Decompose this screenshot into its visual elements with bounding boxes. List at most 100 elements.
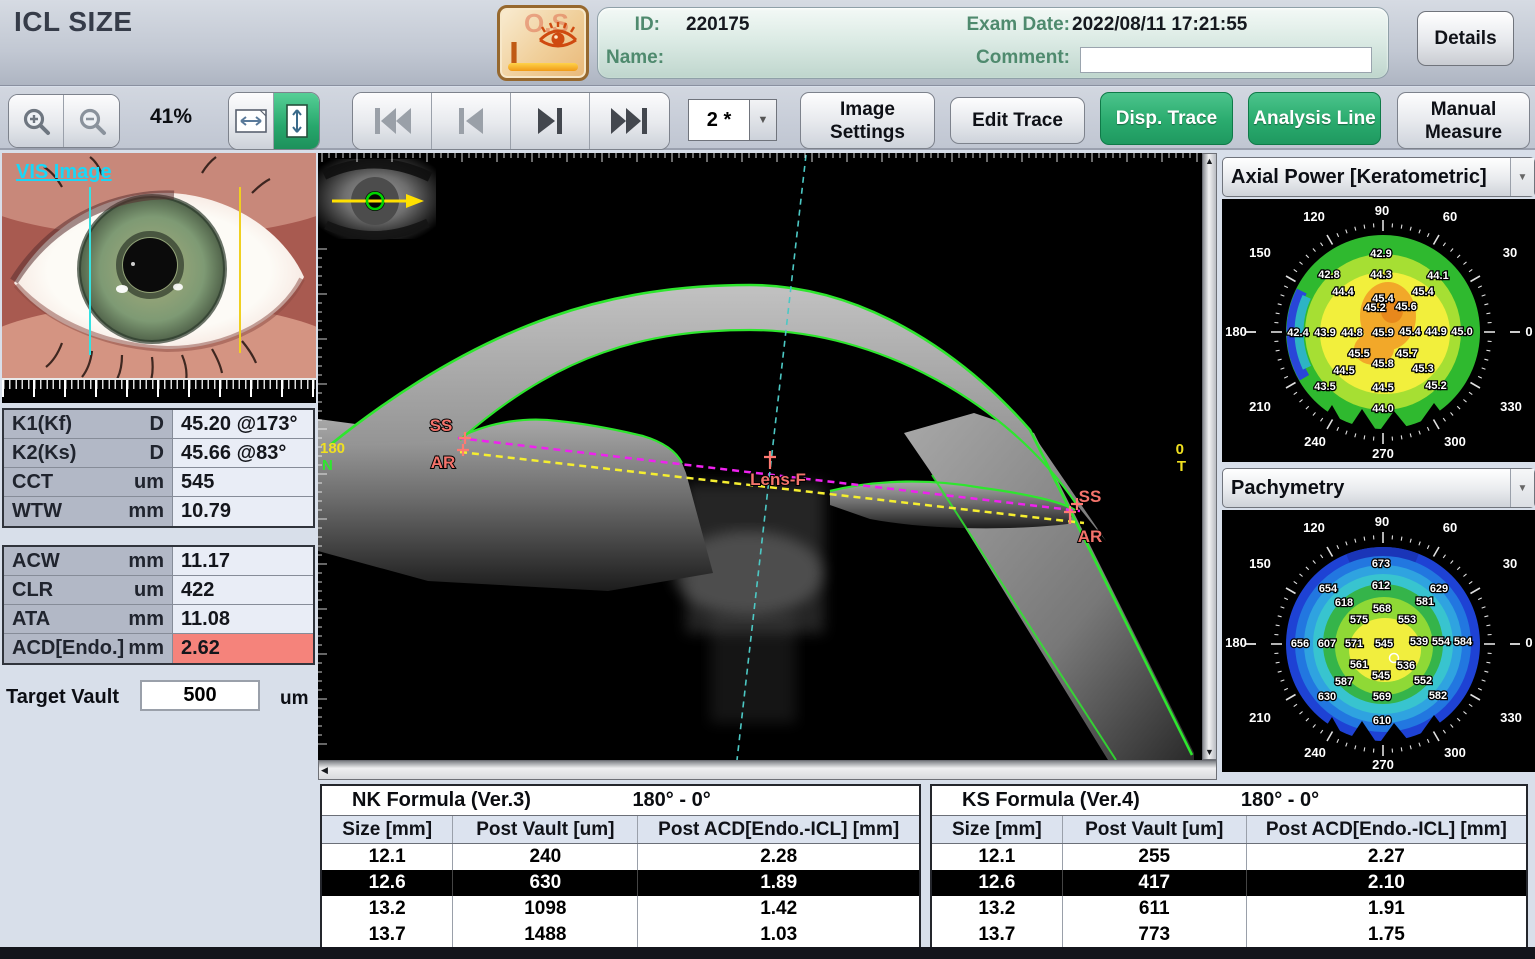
scroll-left-icon[interactable]: ◀ [319, 763, 330, 777]
measurement-value: 422 [172, 576, 313, 604]
map-value-label: 42.8 [1318, 269, 1339, 281]
formula-cell: 630 [453, 870, 639, 896]
formula-cell: 12.1 [322, 844, 454, 870]
frame-select-value[interactable]: 2 * [688, 99, 750, 141]
formula-row[interactable]: 13.7 773 1.75 [932, 922, 1526, 948]
measurement-label: CLR um [4, 576, 172, 604]
map-tick [1354, 433, 1357, 438]
details-button[interactable]: Details [1417, 11, 1514, 66]
map-tick [1486, 312, 1491, 315]
measurement-name: CLR [12, 578, 54, 601]
measurement-value: 10.79 [172, 497, 313, 526]
disp-trace-button[interactable]: Disp. Trace [1100, 92, 1233, 145]
map-tick [1277, 358, 1282, 361]
prev-image-icon [459, 108, 483, 134]
measurement-value: 11.08 [172, 605, 313, 633]
first-image-icon [375, 108, 411, 134]
measurement-unit: mm [128, 549, 164, 572]
chevron-down-icon[interactable]: ▼ [1510, 158, 1534, 196]
pachymetry-map-selector[interactable]: Pachymetry ▼ [1222, 468, 1535, 508]
laterality-indicator-button[interactable]: O.S L [497, 5, 589, 81]
measurement-unit: um [134, 470, 164, 493]
scroll-up-icon[interactable]: ▲ [1203, 154, 1216, 168]
formula-cell: 255 [1063, 844, 1247, 870]
map-tick [1432, 546, 1440, 557]
formula-cell: 1.42 [760, 898, 798, 919]
lens-front-label: Lens-F [750, 470, 806, 489]
oct-area: SS AR Lens-F SS AR 180 N 0 T ▲ ▼ ◀ [318, 153, 1217, 781]
formula-row[interactable]: 12.6 630 1.89 [322, 870, 919, 896]
zoom-in-button[interactable] [9, 95, 64, 147]
formula-cell: 1.91 [1367, 898, 1405, 919]
target-vault-label: Target Vault [6, 686, 119, 708]
zoom-out-button[interactable] [64, 95, 119, 147]
oct-bscan-viewport[interactable]: SS AR Lens-F SS AR 180 N 0 T [318, 153, 1202, 761]
map-tick [1363, 747, 1366, 752]
analysis-line-button[interactable]: Analysis Line [1248, 92, 1381, 145]
map-angle-label: 120 [1303, 520, 1325, 535]
first-image-button[interactable] [353, 93, 432, 149]
comment-input[interactable] [1080, 47, 1372, 73]
measurement-unit: mm [128, 607, 164, 630]
edit-trace-button[interactable]: Edit Trace [950, 97, 1085, 144]
zoom-out-icon [79, 108, 106, 135]
exam-date-value: 2022/08/11 17:21:55 [1072, 14, 1248, 35]
formula-row[interactable]: 12.6 417 2.10 [932, 870, 1526, 896]
oct-vertical-scrollbar[interactable]: ▲ ▼ [1202, 153, 1217, 760]
map-tick [1450, 724, 1454, 728]
map-tick [1354, 745, 1357, 750]
measurement-row: ACW mm 11.17 [4, 547, 313, 576]
frame-select-dropdown-button[interactable]: ▼ [750, 99, 777, 141]
target-vault-input[interactable] [140, 680, 260, 711]
formula-row[interactable]: 13.2 1098 1.42 [322, 896, 919, 922]
fit-height-button[interactable] [274, 93, 319, 149]
manual-measure-button[interactable]: Manual Measure [1397, 92, 1530, 149]
map-tick [1442, 242, 1446, 247]
chevron-down-icon[interactable]: ▼ [1510, 469, 1534, 507]
prev-image-button[interactable] [432, 93, 511, 149]
nasal-tissue [318, 418, 713, 591]
name-label: Name: [606, 47, 665, 68]
formula-row[interactable]: 13.7 1488 1.03 [322, 922, 919, 948]
map-value-label: 545 [1372, 670, 1390, 682]
map-tick [1312, 248, 1316, 252]
map-value-label: 536 [1397, 660, 1415, 672]
formula-row[interactable]: 12.1 255 2.27 [932, 844, 1526, 870]
measurement-label: ACW mm [4, 547, 172, 575]
map-value-label: 42.4 [1287, 327, 1309, 339]
vis-image-link[interactable]: VIS Image [16, 161, 112, 184]
measurement-name: CCT [12, 470, 54, 493]
image-nav-group [352, 92, 670, 150]
map-tick [1277, 303, 1282, 306]
measurement-value: 2.62 [172, 634, 313, 663]
scroll-down-icon[interactable]: ▼ [1203, 745, 1216, 759]
vis-eye-photo [0, 113, 369, 427]
last-image-button[interactable] [590, 93, 669, 149]
map-tick [1275, 312, 1280, 315]
formula-row[interactable]: 13.2 611 1.91 [932, 896, 1526, 922]
map-angle-label: 150 [1249, 556, 1271, 571]
map-angle-label: 90 [1375, 203, 1389, 218]
axial-map-selector[interactable]: Axial Power [Keratometric] ▼ [1222, 157, 1535, 197]
map-tick [1477, 687, 1483, 691]
measurement-value: 11.17 [172, 547, 313, 575]
chevron-down-icon: ▼ [757, 114, 769, 126]
measurement-value: 545 [172, 468, 313, 496]
oct-horizontal-scrollbar[interactable]: ◀ [318, 760, 1217, 780]
map-value-label: 42.9 [1370, 248, 1391, 260]
map-value-label: 43.5 [1314, 381, 1335, 393]
map-value-label: 552 [1414, 675, 1432, 687]
fit-width-icon [235, 109, 267, 133]
map-tick [1484, 670, 1489, 673]
formula-column-header: Size [mm] [932, 816, 1063, 843]
map-tick [1409, 745, 1412, 750]
map-angle-label: 30 [1503, 556, 1517, 571]
map-value-label: 569 [1373, 691, 1391, 703]
exam-date-label: Exam Date: [966, 14, 1071, 35]
formula-row[interactable]: 12.1 240 2.28 [322, 844, 919, 870]
fit-width-button[interactable] [229, 93, 274, 149]
map-angle-label: 330 [1500, 710, 1522, 725]
image-settings-button[interactable]: Image Settings [800, 92, 935, 149]
next-image-button[interactable] [511, 93, 590, 149]
map-tick [1463, 711, 1467, 715]
